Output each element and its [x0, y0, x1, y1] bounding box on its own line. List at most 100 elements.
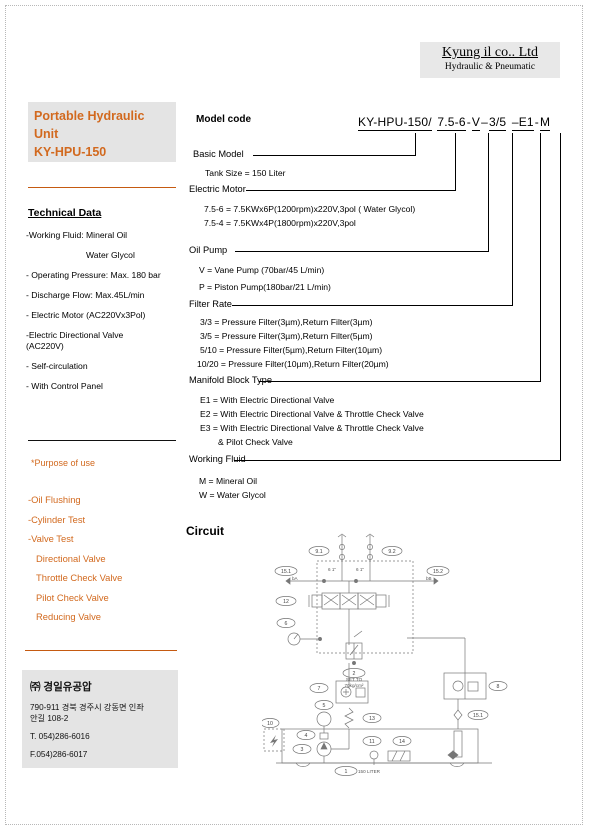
tech-item: - With Control Panel [26, 381, 103, 391]
model-code-item: & Pilot Check Valve [218, 437, 293, 447]
code-segment: M [540, 115, 551, 131]
code-segment: KY-HPU-150/ [358, 115, 432, 131]
product-title-line1: Portable Hydraulic [34, 109, 145, 123]
leader-filter-horizontal [232, 305, 513, 306]
balloon-9-2: 9.2 [388, 549, 395, 555]
balloon-1: 1 [345, 769, 348, 775]
purpose-item: -Valve Test [28, 533, 74, 544]
purpose-heading: *Purpose of use [31, 458, 96, 468]
balloon-3: 3 [301, 747, 304, 753]
code-segment: V [471, 115, 481, 131]
relief-setting-line2: 70kg/cm² [345, 683, 364, 688]
divider-middle [28, 440, 176, 441]
purpose-list: -Oil Flushing -Cylinder Test -Valve Test… [28, 490, 193, 627]
hydraulic-circuit-diagram: 9.1 9.2 15.1 15.2 12 6 2 7 8 13 5 4 3 10… [262, 533, 508, 776]
tech-item: - Electric Motor (AC220Vx3Pol) [26, 310, 146, 320]
model-code-label-filter-rate: Filter Rate [189, 299, 232, 309]
port-size-label-1: 6 1" [328, 567, 336, 572]
leader-motor-horizontal [246, 190, 456, 191]
balloon-10: 10 [267, 721, 273, 727]
balloon-14: 14 [399, 739, 405, 745]
model-code-item: E1 = With Electric Directional Valve [200, 395, 335, 405]
purpose-item: Reducing Valve [36, 611, 101, 622]
tech-item: -Working Fluid: Mineral Oil [26, 230, 128, 240]
balloon-15-2: 15.2 [433, 569, 443, 575]
model-code-item: E3 = With Electric Directional Valve & T… [200, 423, 424, 433]
tech-item: Water Glycol [86, 250, 135, 260]
balloon-4: 4 [305, 733, 308, 739]
divider-top [28, 187, 176, 188]
technical-data-heading: Technical Data [28, 207, 102, 219]
balloon-5: 5 [323, 703, 326, 709]
model-code-label-manifold-block-type: Manifold Block Type [189, 375, 273, 385]
balloon-13: 13 [369, 716, 375, 722]
purpose-item: Throttle Check Valve [36, 572, 123, 583]
tank-capacity-label: 150 LITER [358, 769, 381, 774]
model-code-heading: Model code [196, 114, 252, 125]
address-company: ㈜ 경일유공압 [30, 681, 92, 693]
model-code-item: 5/10 = Pressure Filter(5µm),Return Filte… [200, 345, 383, 355]
divider-bottom [25, 650, 177, 651]
balloon-11: 11 [369, 739, 374, 745]
document-page: Kyung il co.. Ltd Hydraulic & Pneumatic … [0, 0, 590, 832]
company-logo: Kyung il co.. Ltd Hydraulic & Pneumatic [420, 42, 560, 78]
code-segment: –E1 [511, 115, 534, 131]
address-line2: 안길 108-2 [30, 714, 69, 723]
tech-item: - Self-circulation [26, 361, 88, 371]
port-size-label-2: 6 1" [356, 567, 364, 572]
leader-fluid-horizontal [234, 460, 561, 461]
tech-item: - Operating Pressure: Max. 180 bar [26, 270, 161, 280]
purpose-item: -Cylinder Test [28, 513, 86, 525]
balloon-15-1-return: 15.1 [473, 713, 483, 719]
model-code-item: W = Water Glycol [199, 490, 266, 500]
address-block: ㈜ 경일유공압 790-911 경북 경주시 강동면 인좌 안길 108-2 T… [22, 670, 178, 768]
purpose-item: -Oil Flushing [28, 494, 81, 505]
circuit-heading: Circuit [186, 524, 225, 538]
tech-item: (AC220V) [26, 341, 64, 351]
purpose-item: Pilot Check Valve [36, 591, 109, 603]
address-line1: 790-911 경북 경주시 강동면 인좌 [30, 703, 144, 712]
code-segment: - [466, 115, 471, 129]
balloon-12: 12 [283, 599, 289, 605]
port-label-a: bA [292, 576, 299, 581]
model-code-label-working-fluid: Working Fluid [189, 454, 246, 464]
leader-manifold-horizontal [259, 381, 541, 382]
code-segment: – [481, 115, 488, 129]
model-code-item: 3/3 = Pressure Filter(3µm),Return Filter… [200, 317, 373, 327]
port-label-b: bB [426, 576, 432, 581]
company-name: Kyung il co.. Ltd [441, 45, 539, 60]
model-code-item: E2 = With Electric Directional Valve & T… [200, 409, 424, 419]
leader-pump-vertical [488, 133, 489, 251]
balloon-7: 7 [318, 686, 321, 692]
leader-manifold-vertical [540, 133, 541, 381]
model-code-item: 10/20 = Pressure Filter(10µm),Return Fil… [197, 359, 389, 369]
code-segment: 7.5-6 [437, 115, 466, 131]
model-code-label-basic-model: Basic Model [193, 149, 244, 159]
technical-data-list: -Working Fluid: Mineral Oil Water Glycol… [26, 230, 198, 401]
tech-item: -Electric Directional Valve [26, 330, 124, 340]
product-title-box: Portable Hydraulic Unit KY-HPU-150 [28, 102, 176, 162]
model-code-label-electric-motor: Electric Motor [189, 184, 246, 194]
product-title-line2: Unit [34, 127, 59, 141]
model-code-string: KY-HPU-150/ 7.5-6-V–3/5 –E1-M [358, 115, 551, 131]
code-segment: 3/5 [489, 115, 507, 131]
balloon-9-1: 9.1 [315, 549, 322, 555]
address-fax: F.054)286-6017 [30, 750, 88, 759]
model-code-item: 3/5 = Pressure Filter(3µm),Return Filter… [200, 331, 373, 341]
leader-fluid-vertical [560, 133, 561, 460]
model-code-item: Tank Size = 150 Liter [205, 168, 286, 178]
tech-item: - Discharge Flow: Max.45L/min [26, 290, 145, 300]
purpose-item: Directional Valve [36, 552, 106, 564]
leader-basic-model-horizontal [253, 155, 416, 156]
model-code-item: P = Piston Pump(180bar/21 L/min) [199, 282, 331, 292]
leader-filter-vertical [512, 133, 513, 305]
balloon-8: 8 [497, 684, 500, 690]
leader-pump-horizontal [235, 251, 489, 252]
model-code-item: V = Vane Pump (70bar/45 L/min) [199, 265, 325, 275]
product-model-title: KY-HPU-150 [34, 145, 107, 159]
model-code-label-oil-pump: Oil Pump [189, 245, 228, 255]
company-tagline: Hydraulic & Pneumatic [444, 62, 536, 72]
model-code-item: 7.5-6 = 7.5KWx6P(1200rpm)x220V,3pol ( Wa… [204, 204, 416, 214]
model-code-item: 7.5-4 = 7.5KWx4P(1800rpm)x220V,3pol [204, 218, 356, 228]
leader-motor-vertical [455, 133, 456, 190]
